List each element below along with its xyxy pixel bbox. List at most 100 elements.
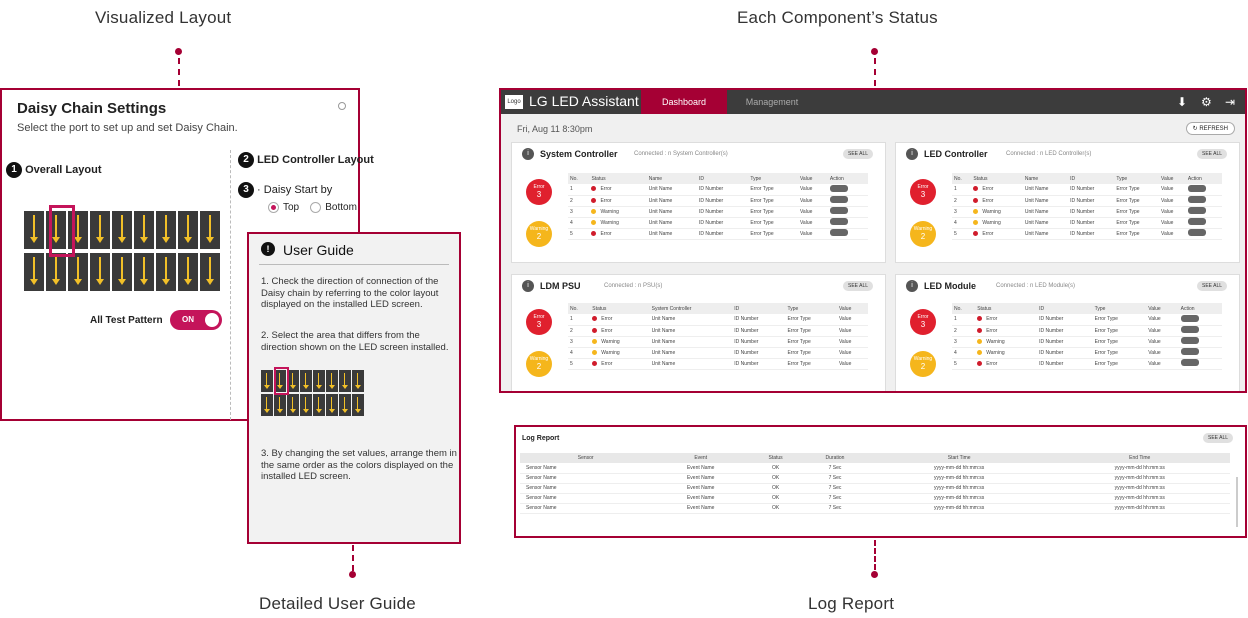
column-header[interactable]: Type [748, 173, 798, 184]
table-row[interactable]: 3 Warning Unit Name ID Number Error Type Valu… [568, 336, 868, 348]
action-button[interactable] [1180, 326, 1199, 333]
led-cabinet[interactable] [200, 211, 220, 249]
table-row[interactable]: 1 Error Unit Name ID Number Error Type Value [568, 314, 868, 326]
table-row[interactable]: 3 Warning Unit Name ID Number Error Type Valu… [952, 206, 1222, 218]
action-button[interactable] [829, 229, 848, 236]
radio-top[interactable] [268, 202, 279, 213]
action-button[interactable] [829, 207, 848, 214]
see-all-button[interactable]: SEE ALL [1196, 281, 1227, 291]
led-cabinet[interactable] [313, 370, 325, 392]
column-header[interactable]: Event [651, 453, 751, 463]
column-header[interactable]: ID [732, 303, 786, 314]
led-cabinet[interactable] [200, 253, 220, 291]
led-cabinet[interactable] [90, 253, 110, 291]
column-header[interactable]: Sensor [520, 453, 652, 463]
led-cabinet[interactable] [178, 253, 198, 291]
column-header[interactable]: ID [1068, 173, 1115, 184]
action-button[interactable] [1187, 229, 1206, 236]
table-row[interactable]: 1 Error Unit Name ID Number Error Type Value [568, 184, 868, 196]
led-cabinet[interactable] [313, 394, 325, 416]
table-row[interactable]: 3 Warning Unit Name ID Number Error Type Valu… [568, 206, 868, 218]
close-icon[interactable] [338, 102, 346, 110]
column-header[interactable]: Status [750, 453, 802, 463]
table-row[interactable]: Sensor Name Event Name OK 7 Sec yyyy-mm-dd h… [520, 493, 1230, 504]
column-header[interactable]: Type [1114, 173, 1159, 184]
action-button[interactable] [829, 196, 848, 203]
table-row[interactable]: 1 Error Unit Name ID Number Error Type Value [952, 184, 1222, 196]
column-header[interactable]: Action [1178, 303, 1222, 314]
led-cabinet[interactable] [287, 394, 299, 416]
led-cabinet[interactable] [134, 253, 154, 291]
table-row[interactable]: 2 Error Unit Name ID Number Error Type Value [568, 195, 868, 207]
led-cabinet[interactable] [24, 211, 44, 249]
refresh-button[interactable]: ↻ REFRESH [1185, 122, 1235, 135]
column-header[interactable]: Value [1158, 173, 1186, 184]
scrollbar[interactable] [1236, 477, 1238, 527]
action-button[interactable] [1187, 218, 1206, 225]
led-cabinet[interactable] [46, 253, 66, 291]
action-button[interactable] [829, 218, 848, 225]
table-row[interactable]: 3 Warning ID Number Error Type Value [952, 336, 1222, 348]
column-header[interactable]: Type [785, 303, 837, 314]
led-cabinet[interactable] [112, 253, 132, 291]
led-cabinet[interactable] [90, 211, 110, 249]
column-header[interactable]: Status [975, 303, 1038, 314]
table-row[interactable]: Sensor Name Event Name OK 7 Sec yyyy-mm-dd h… [520, 483, 1230, 494]
column-header[interactable]: Type [1092, 303, 1147, 314]
table-row[interactable]: 5 Error ID Number Error Type Value [952, 358, 1222, 370]
warning-count-badge[interactable]: Warning 2 [910, 221, 936, 247]
table-row[interactable]: Sensor Name Event Name OK 7 Sec yyyy-mm-dd h… [520, 503, 1230, 514]
led-cabinet[interactable] [261, 370, 273, 392]
table-row[interactable]: 2 Error ID Number Error Type Value [952, 325, 1222, 337]
column-header[interactable]: Value [1146, 303, 1179, 314]
see-all-button[interactable]: SEE ALL [842, 281, 873, 291]
logout-icon[interactable]: ⇥ [1225, 95, 1235, 109]
led-cabinet[interactable] [300, 394, 312, 416]
table-row[interactable]: 4 Warning Unit Name ID Number Error Type Valu… [568, 217, 868, 229]
table-row[interactable]: Sensor Name Event Name OK 7 Sec yyyy-mm-dd h… [520, 473, 1230, 484]
warning-count-badge[interactable]: Warning 2 [910, 351, 936, 377]
error-count-badge[interactable]: Error 3 [526, 179, 552, 205]
radio-bottom[interactable] [310, 202, 322, 213]
action-button[interactable] [1187, 196, 1206, 203]
column-header[interactable]: No. [568, 303, 591, 314]
led-cabinet[interactable] [352, 370, 364, 392]
led-layout-grid[interactable] [24, 205, 224, 291]
led-cabinet[interactable] [326, 370, 338, 392]
warning-count-badge[interactable]: Warning 2 [526, 221, 552, 247]
see-all-button[interactable]: SEE ALL [1202, 433, 1233, 443]
led-cabinet[interactable] [261, 394, 273, 416]
column-header[interactable]: Action [1185, 173, 1222, 184]
gear-icon[interactable]: ⚙ [1201, 95, 1212, 109]
column-header[interactable]: Value [797, 173, 828, 184]
led-cabinet[interactable] [339, 394, 351, 416]
action-button[interactable] [1180, 348, 1199, 355]
led-cabinet[interactable] [352, 394, 364, 416]
see-all-button[interactable]: SEE ALL [1196, 149, 1227, 159]
led-cabinet[interactable] [134, 211, 154, 249]
tab-management[interactable]: Management [729, 90, 815, 114]
led-cabinet[interactable] [300, 370, 312, 392]
tab-dashboard[interactable]: Dashboard [641, 90, 727, 114]
table-row[interactable]: 4 Warning Unit Name ID Number Error Type Valu… [952, 217, 1222, 229]
column-header[interactable]: Start Time [868, 453, 1050, 463]
column-header[interactable]: No. [952, 303, 976, 314]
led-cabinet[interactable] [24, 253, 44, 291]
column-header[interactable]: ID [1037, 303, 1093, 314]
table-row[interactable]: 4 Warning Unit Name ID Number Error Type Valu… [568, 347, 868, 359]
action-button[interactable] [1180, 314, 1199, 322]
error-count-badge[interactable]: Error 3 [526, 309, 552, 335]
column-header[interactable]: Duration [801, 453, 869, 463]
led-cabinet[interactable] [156, 253, 176, 291]
action-button[interactable] [1187, 184, 1206, 192]
action-button[interactable] [1180, 337, 1199, 344]
error-count-badge[interactable]: Error 3 [910, 309, 936, 335]
table-row[interactable]: 4 Warning ID Number Error Type Value [952, 347, 1222, 359]
column-header[interactable]: No. [568, 173, 590, 184]
action-button[interactable] [1187, 207, 1206, 214]
led-cabinet[interactable] [68, 253, 88, 291]
table-row[interactable]: 5 Error Unit Name ID Number Error Type Value [568, 228, 868, 240]
led-cabinet[interactable] [112, 211, 132, 249]
table-row[interactable]: Sensor Name Event Name OK 7 Sec yyyy-mm-dd h… [520, 463, 1230, 474]
column-header[interactable]: No. [952, 173, 972, 184]
